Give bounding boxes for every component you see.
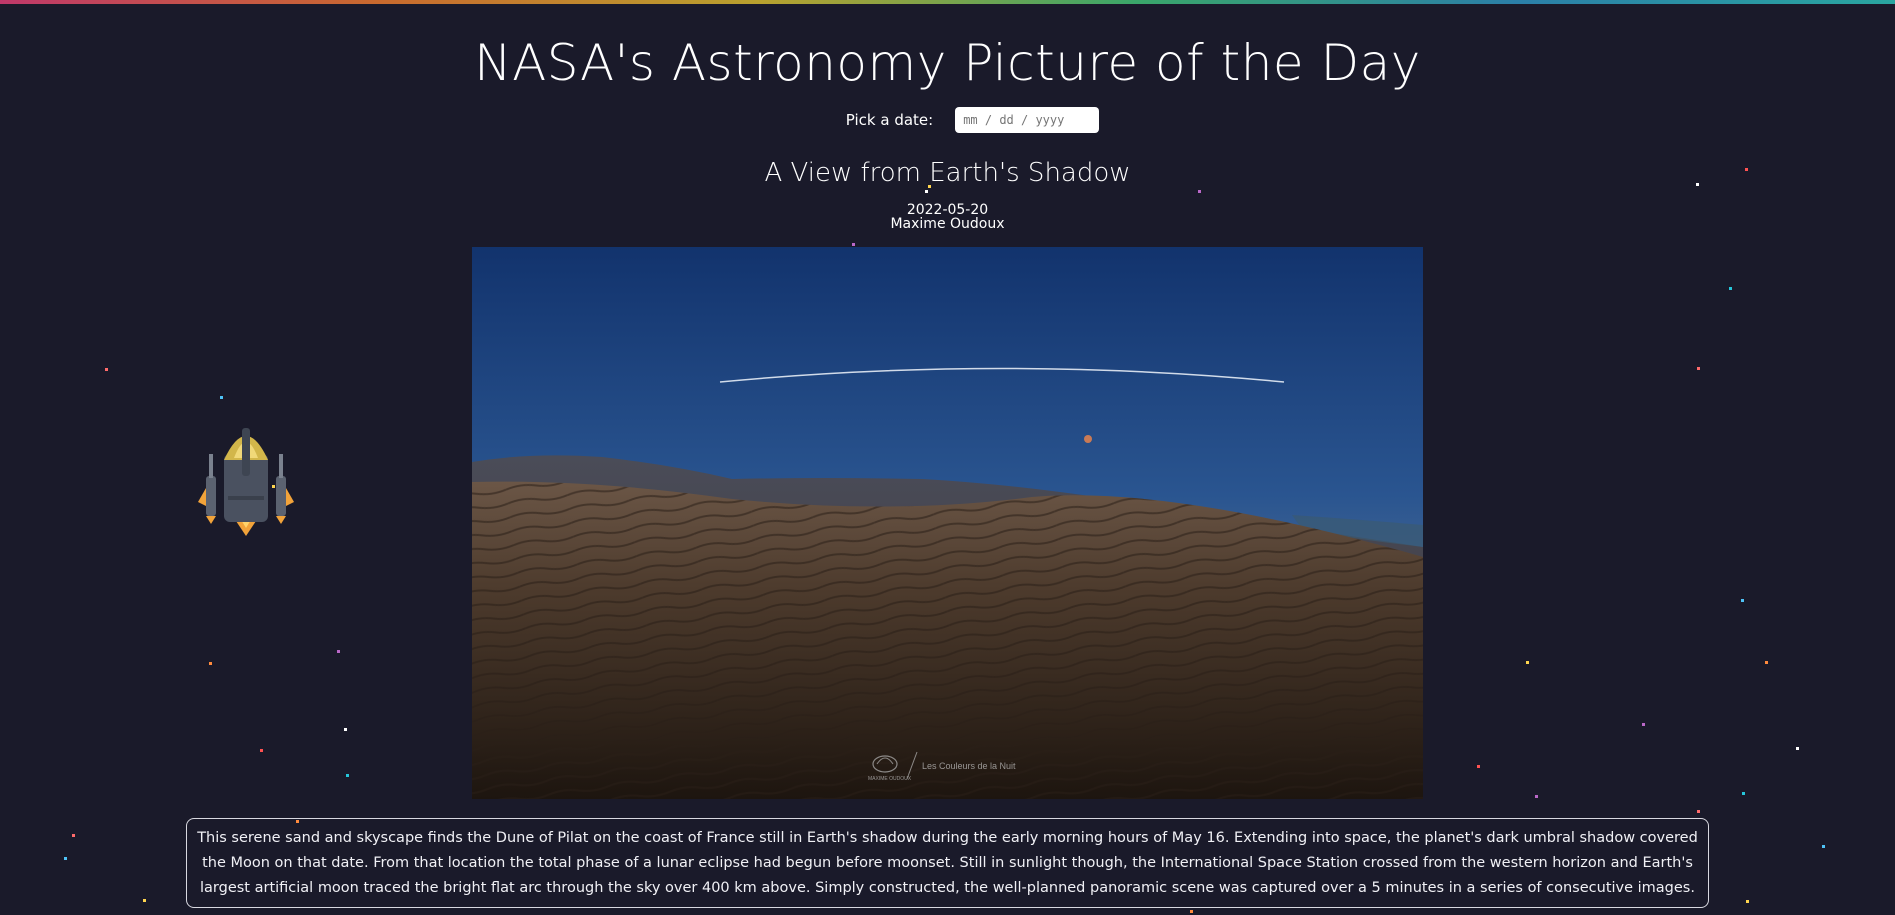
page-header: NASA's Astronomy Picture of the Day (0, 28, 1895, 98)
star (344, 728, 347, 731)
apod-meta: 2022-05-20 Maxime Oudoux (0, 203, 1895, 231)
star (925, 190, 928, 193)
watermark-logo-text: MAXIME OUDOUX (868, 776, 912, 782)
apod-title: A View from Earth's Shadow (764, 158, 1131, 188)
star (1742, 792, 1745, 795)
apod-explanation: This serene sand and skyscape finds the … (186, 818, 1709, 908)
star (1526, 661, 1529, 664)
star (346, 774, 349, 777)
star (1198, 190, 1201, 193)
apod-copyright: Maxime Oudoux (890, 216, 1005, 232)
date-picker-row: Pick a date: (0, 107, 1895, 133)
star (1765, 661, 1768, 664)
star (1746, 900, 1749, 903)
star (72, 834, 75, 837)
top-accent-bar (0, 0, 1895, 4)
apod-image: Les Couleurs de la Nuit MAXIME OUDOUX (472, 247, 1423, 799)
star (1822, 845, 1825, 848)
star (64, 857, 67, 860)
star (852, 243, 855, 246)
star (1642, 723, 1645, 726)
star (1697, 810, 1700, 813)
star (1697, 367, 1700, 370)
page-title: NASA's Astronomy Picture of the Day (474, 34, 1421, 92)
star (105, 368, 108, 371)
star (1741, 599, 1744, 602)
star (260, 749, 263, 752)
star (337, 650, 340, 653)
star (1190, 910, 1193, 913)
star (1535, 795, 1538, 798)
date-input[interactable] (955, 107, 1100, 133)
rocket-icon (198, 428, 294, 536)
star (209, 662, 212, 665)
apod-date: 2022-05-20 (906, 202, 989, 218)
watermark-text: Les Couleurs de la Nuit (922, 761, 1016, 771)
star (1796, 747, 1799, 750)
star (143, 899, 146, 902)
star (220, 396, 223, 399)
star (1477, 765, 1480, 768)
date-picker-label: Pick a date: (845, 111, 934, 129)
star (1729, 287, 1732, 290)
